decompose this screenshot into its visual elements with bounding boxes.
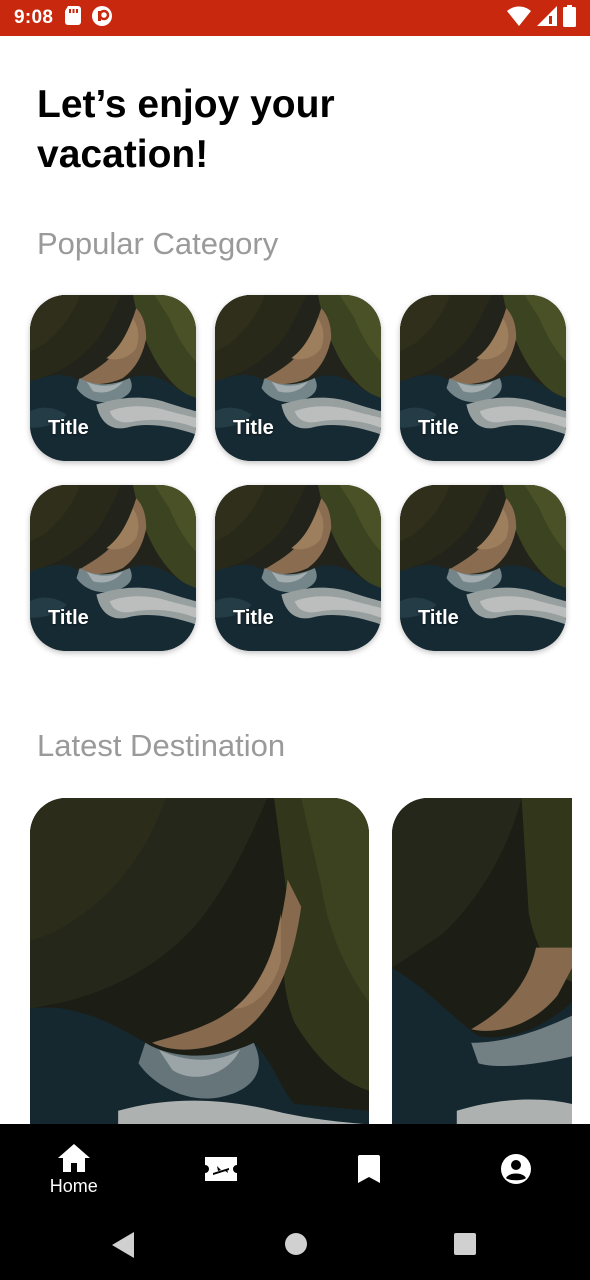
popular-category-heading: Popular Category xyxy=(37,226,279,261)
nav-item-flights[interactable] xyxy=(148,1124,296,1214)
beach-photo xyxy=(30,798,369,1124)
bottom-navigation: Home xyxy=(0,1124,590,1214)
category-card[interactable]: Title xyxy=(30,295,196,461)
category-card-title: Title xyxy=(48,607,89,629)
flight-ticket-icon xyxy=(205,1157,238,1181)
nav-item-profile[interactable] xyxy=(443,1124,590,1214)
status-bar: 9:08 xyxy=(0,0,590,36)
system-navigation-bar xyxy=(0,1214,590,1280)
category-card[interactable]: Title xyxy=(215,485,381,651)
status-right-icons xyxy=(507,4,576,32)
category-card-title: Title xyxy=(418,607,459,629)
recents-icon[interactable] xyxy=(453,1232,477,1261)
destination-card[interactable] xyxy=(30,798,369,1124)
app-notification-icon xyxy=(91,5,113,32)
nav-item-home[interactable]: Home xyxy=(0,1124,148,1214)
status-time: 9:08 xyxy=(14,7,54,28)
nav-label-home: Home xyxy=(49,1175,98,1196)
beach-photo xyxy=(392,798,572,1124)
home-icon xyxy=(57,1143,90,1172)
category-card[interactable]: Title xyxy=(400,295,566,461)
back-icon[interactable] xyxy=(112,1232,136,1263)
destination-card[interactable] xyxy=(392,798,572,1124)
category-card[interactable]: Title xyxy=(400,485,566,651)
battery-icon xyxy=(563,4,576,32)
page-title: Let’s enjoy your vacation! xyxy=(37,83,335,176)
sd-card-icon xyxy=(65,6,82,30)
wifi-icon xyxy=(507,6,531,31)
category-card[interactable]: Title xyxy=(30,485,196,651)
category-card-title: Title xyxy=(48,417,89,439)
latest-destination-carousel[interactable] xyxy=(30,798,590,1124)
category-card-title: Title xyxy=(418,417,459,439)
account-circle-icon xyxy=(500,1153,532,1185)
latest-destination-heading: Latest Destination xyxy=(37,728,286,763)
status-left-icons xyxy=(65,5,113,32)
home-circle-icon[interactable] xyxy=(284,1232,308,1261)
cellular-signal-icon xyxy=(537,5,557,31)
bookmark-icon xyxy=(357,1155,380,1183)
category-card-title: Title xyxy=(233,607,274,629)
category-card[interactable]: Title xyxy=(215,295,381,461)
nav-item-bookmarks[interactable] xyxy=(295,1124,443,1214)
category-card-title: Title xyxy=(233,417,274,439)
category-grid: Title Title Title Title Title Title xyxy=(30,295,566,651)
